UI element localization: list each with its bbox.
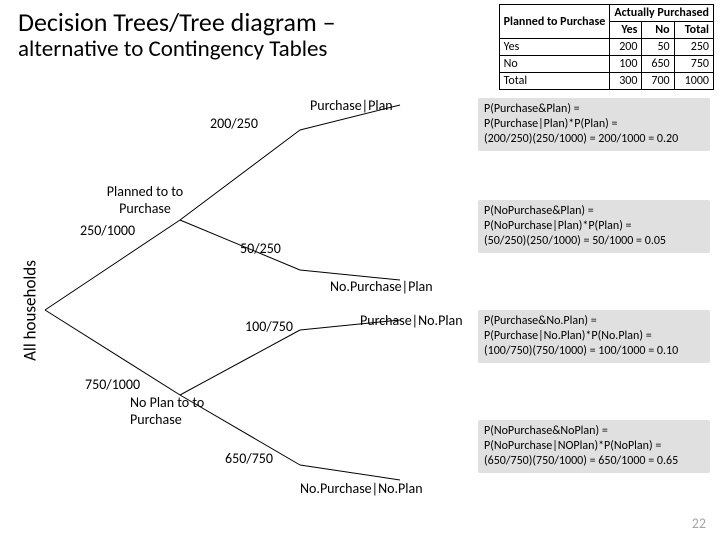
leaf-label-d: No.Purchase|No.Plan: [300, 480, 423, 497]
formula-a: P(Purchase&Plan) = P(Purchase|Plan)*P(Pl…: [478, 98, 710, 151]
formula-b: P(NoPurchase&Plan) = P(NoPurchase|Plan)*…: [478, 200, 710, 253]
leaf-label-a: Purchase|Plan: [310, 97, 393, 114]
formula-c: P(Purchase&No.Plan) = P(Purchase|No.Plan…: [478, 310, 710, 363]
page-number: 22: [692, 515, 706, 532]
leaf-label-b: No.Purchase|Plan: [330, 278, 433, 295]
leaf-frac-c: 100/750: [245, 318, 293, 335]
node-plan-label: Planned to to Purchase: [95, 183, 195, 217]
formula-d: P(NoPurchase&NoPlan) = P(NoPurchase|NOPl…: [478, 420, 710, 473]
tree-root-label: All households: [20, 251, 41, 371]
node-noplan-frac: 750/1000: [85, 376, 140, 393]
leaf-frac-a: 200/250: [210, 115, 258, 132]
leaf-frac-d: 650/750: [225, 450, 273, 467]
leaf-label-c: Purchase|No.Plan: [360, 312, 463, 329]
node-plan-frac: 250/1000: [80, 222, 135, 239]
node-noplan-label: No Plan to to Purchase: [130, 394, 240, 428]
leaf-frac-b: 50/250: [240, 240, 281, 257]
